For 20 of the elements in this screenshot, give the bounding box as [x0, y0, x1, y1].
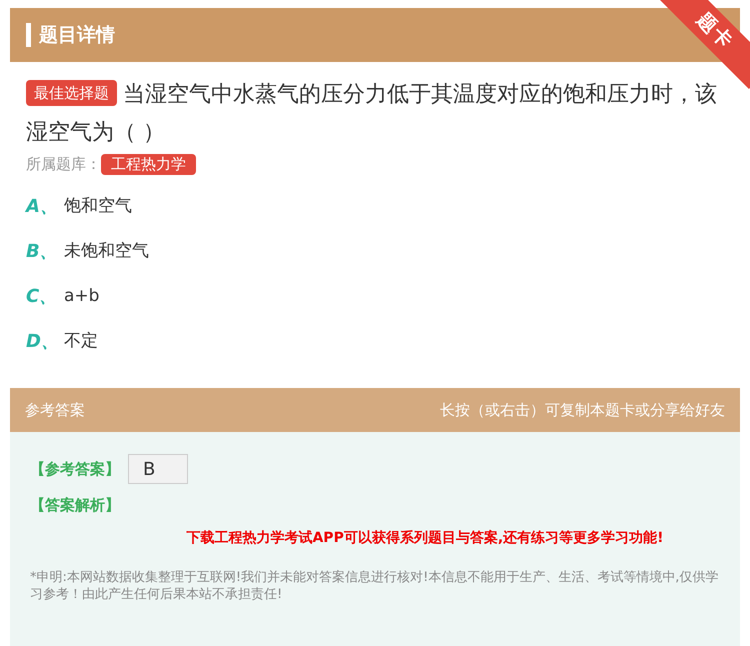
- promo-text: 下载工程热力学考试APP可以获得系列题目与答案,还有练习等更多学习功能!: [185, 529, 665, 547]
- question-type-tag: 最佳选择题: [26, 80, 117, 106]
- disclaimer-text: *申明:本网站数据收集整理于互联网!我们并未能对答案信息进行核对!本信息不能用于生产、生活、考试等情境中,仅供学习参考！由此产生任何后果本站不承担责任!: [30, 569, 720, 603]
- option-text: 饱和空气: [64, 195, 132, 217]
- answer-label: 【参考答案】: [30, 460, 120, 478]
- option-text: a+b: [64, 286, 100, 306]
- bank-tag[interactable]: 工程热力学: [101, 154, 196, 175]
- answer-title: 参考答案: [25, 400, 85, 420]
- option-letter: D、: [26, 330, 60, 352]
- option-text: 未饱和空气: [64, 240, 149, 262]
- analysis-label: 【答案解析】: [30, 496, 121, 515]
- option-letter: A、: [26, 194, 59, 218]
- bank-label: 所属题库：: [26, 155, 101, 174]
- option-letter: B、: [26, 240, 59, 262]
- accent-bar: [26, 23, 31, 47]
- share-hint: 长按（或右击）可复制本题卡或分享给好友: [440, 400, 725, 420]
- answer-value: B: [128, 454, 188, 484]
- option-letter: C、: [26, 284, 58, 308]
- option-text: 不定: [64, 330, 98, 352]
- section-title: 题目详情: [39, 23, 115, 48]
